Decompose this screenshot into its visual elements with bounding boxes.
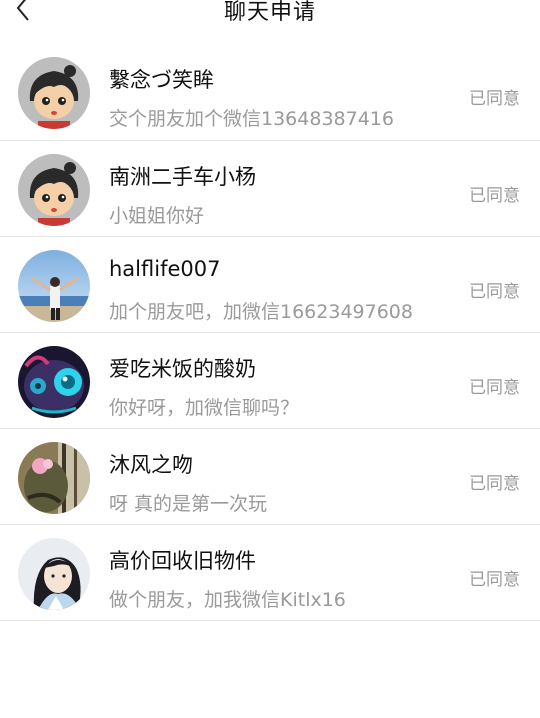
request-message: 你好呀，加微信聊吗？ xyxy=(109,397,300,419)
avatar[interactable] xyxy=(18,538,90,610)
request-message: 加个朋友吧，加微信16623497608 xyxy=(109,301,413,323)
requester-name: 繫念づ笑眸 xyxy=(109,68,214,92)
list-item[interactable]: 高价回收旧物件 做个朋友，加我微信Kitlx16 已同意 xyxy=(0,525,540,621)
status-badge: 已同意 xyxy=(469,378,520,398)
anime-portrait-avatar xyxy=(18,538,90,610)
cartoon-boy-avatar xyxy=(18,57,90,129)
requester-name: 沐风之吻 xyxy=(109,453,193,477)
list-item[interactable]: 繫念づ笑眸 交个朋友加个微信13648387416 已同意 xyxy=(0,44,540,141)
list-item[interactable]: 南洲二手车小杨 小姐姐你好 已同意 xyxy=(0,141,540,237)
avatar[interactable] xyxy=(18,154,90,226)
nav-header: 聊天申请 xyxy=(0,0,540,36)
request-message: 做个朋友，加我微信Kitlx16 xyxy=(109,589,346,611)
request-message: 交个朋友加个微信13648387416 xyxy=(109,108,394,130)
status-badge: 已同意 xyxy=(469,282,520,302)
requester-name: halflife007 xyxy=(109,257,221,281)
avatar[interactable] xyxy=(18,57,90,129)
request-message: 小姐姐你好 xyxy=(109,205,205,227)
avatar[interactable] xyxy=(18,442,90,514)
list-item[interactable]: halflife007 加个朋友吧，加微信16623497608 已同意 xyxy=(0,237,540,333)
page-title: 聊天申请 xyxy=(223,0,316,25)
status-badge: 已同意 xyxy=(469,570,520,590)
list-item[interactable]: 沐风之吻 呀 真的是第一次玩 已同意 xyxy=(0,429,540,525)
beach-photo-avatar xyxy=(18,250,90,322)
requester-name: 南洲二手车小杨 xyxy=(109,165,256,189)
flower-photo-avatar xyxy=(18,442,90,514)
status-badge: 已同意 xyxy=(469,186,520,206)
request-list: 繫念づ笑眸 交个朋友加个微信13648387416 已同意 南洲二手车小杨 小姐… xyxy=(0,44,540,621)
requester-name: 高价回收旧物件 xyxy=(109,549,256,573)
cartoon-boy-avatar xyxy=(18,154,90,226)
list-item[interactable]: 爱吃米饭的酸奶 你好呀，加微信聊吗？ 已同意 xyxy=(0,333,540,429)
avatar[interactable] xyxy=(18,250,90,322)
requester-name: 爱吃米饭的酸奶 xyxy=(109,357,256,381)
status-badge: 已同意 xyxy=(469,474,520,494)
blue-creature-avatar xyxy=(18,346,90,418)
request-message: 呀 真的是第一次玩 xyxy=(109,493,268,515)
avatar[interactable] xyxy=(18,346,90,418)
status-badge: 已同意 xyxy=(469,89,520,109)
